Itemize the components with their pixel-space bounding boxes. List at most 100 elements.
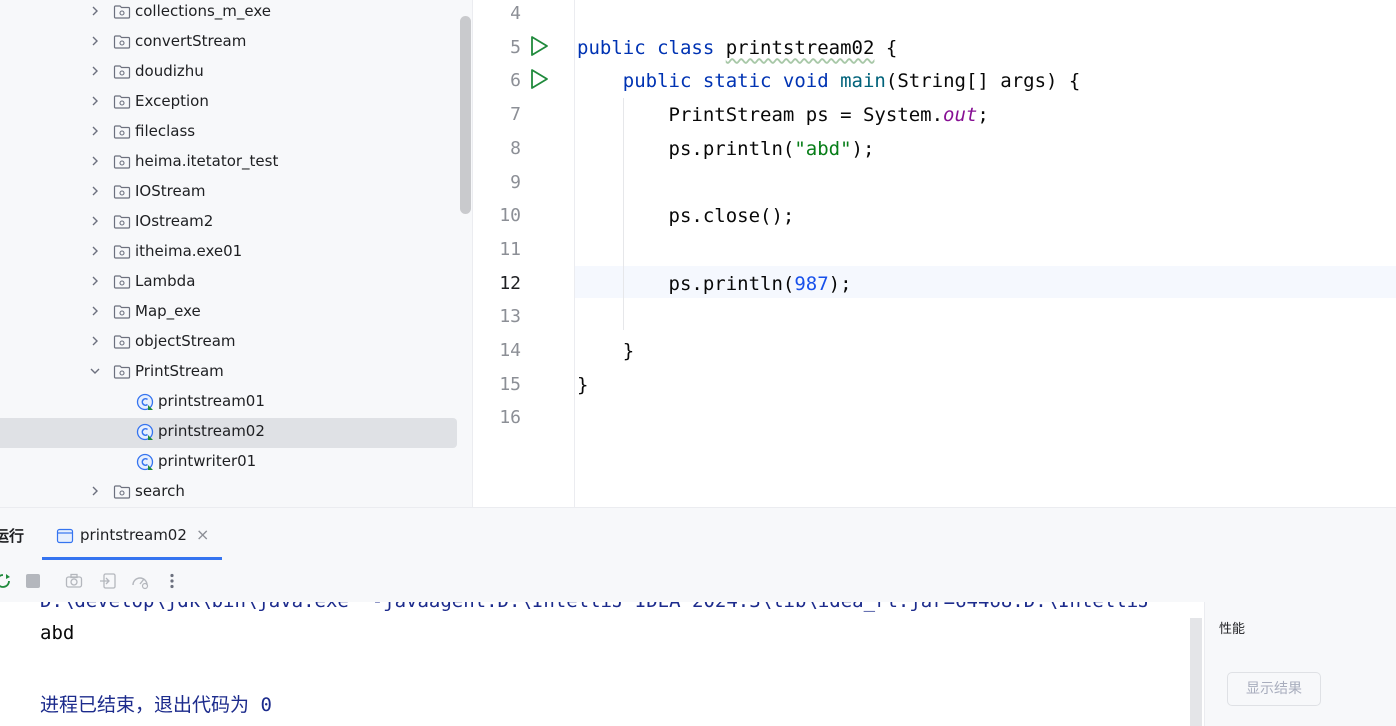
line-number: 6 (510, 70, 521, 92)
package-folder-icon (113, 485, 131, 499)
tree-item-package[interactable]: convertStream (0, 28, 457, 58)
code-token: ps.close(); (577, 205, 795, 228)
chevron-right-icon[interactable] (88, 4, 102, 18)
show-results-button[interactable]: 显示结果 (1227, 672, 1321, 706)
run-header: 运行 printstream02 × (0, 508, 1396, 560)
rerun-icon[interactable] (0, 572, 12, 590)
chevron-right-icon[interactable] (88, 94, 102, 108)
tree-item-label: objectStream (135, 332, 236, 350)
run-toolbar (0, 560, 1396, 602)
more-icon[interactable] (163, 572, 181, 590)
tree-item-package[interactable]: itheima.exe01 (0, 238, 457, 268)
tree-item-class[interactable]: printstream01 (0, 388, 457, 418)
chevron-down-icon[interactable] (88, 364, 102, 378)
tree-item-package[interactable]: heima.itetator_test (0, 148, 457, 178)
chevron-right-icon[interactable] (88, 274, 102, 288)
code-token: ps.println( (577, 137, 795, 160)
package-folder-icon (113, 365, 131, 379)
line-number: 14 (499, 340, 521, 361)
tree-item-package[interactable]: Map_exe (0, 298, 457, 328)
camera-icon[interactable] (65, 572, 83, 590)
code-line[interactable]: ps.println("abd"); (577, 132, 875, 166)
chevron-right-icon[interactable] (88, 124, 102, 138)
code-line[interactable]: ps.close(); (577, 199, 795, 233)
code-line[interactable]: } (577, 334, 634, 368)
console-scrollbar[interactable] (1190, 618, 1202, 726)
tree-item-package[interactable]: search (0, 478, 457, 507)
tree-item-class[interactable]: printwriter01 (0, 448, 457, 478)
package-folder-icon (113, 215, 131, 229)
run-tool-window: 运行 printstream02 × abd 进程已结束，退出代码为 0 性能 … (0, 507, 1396, 726)
tree-item-label: doudizhu (135, 62, 204, 80)
chevron-right-icon[interactable] (88, 334, 102, 348)
tree-item-package[interactable]: fileclass (0, 118, 457, 148)
package-folder-icon (113, 65, 131, 79)
code-token: } (577, 340, 635, 362)
run-gutter-icon[interactable] (529, 35, 549, 57)
chevron-right-icon[interactable] (88, 34, 102, 48)
restore-layout-icon[interactable] (99, 572, 117, 590)
run-gutter-icon[interactable] (529, 68, 549, 90)
console-output-line: abd (40, 622, 75, 644)
tree-item-package[interactable]: Exception (0, 88, 457, 118)
code-token: ps.println( (577, 272, 795, 295)
tree-item-label: printstream01 (158, 392, 265, 410)
tree-item-package[interactable]: objectStream (0, 328, 457, 358)
java-class-icon (136, 393, 154, 411)
line-number: 10 (499, 205, 521, 227)
stop-icon[interactable] (24, 572, 42, 590)
tree-item-label: PrintStream (135, 362, 224, 380)
close-icon[interactable]: × (196, 525, 209, 544)
code-token: { (874, 36, 898, 59)
gutter-separator (574, 0, 575, 507)
line-number: 13 (499, 306, 521, 328)
console-command-line: D:\develop\jdk\bin\java.exe "-javaagent:… (40, 602, 1150, 612)
tree-item-label: printstream02 (158, 422, 265, 440)
code-line[interactable]: PrintStream ps = System.out; (577, 98, 989, 132)
tree-item-package[interactable]: doudizhu (0, 58, 457, 88)
package-folder-icon (113, 275, 131, 289)
run-tab[interactable]: printstream02 × (42, 516, 222, 560)
tree-item-class[interactable]: printstream02 (0, 418, 457, 448)
package-folder-icon (113, 35, 131, 49)
package-folder-icon (113, 335, 131, 349)
code-editor[interactable]: 4 5 6 7 8 9 10 11 12 13 14 15 16 public class prints… (473, 0, 1396, 507)
code-line[interactable]: public class printstream02 { (577, 31, 897, 65)
tree-item-label: heima.itetator_test (135, 152, 279, 170)
tree-item-label: IOStream (135, 182, 206, 200)
code-line[interactable]: public static void main(String[] args) { (577, 64, 1081, 98)
chevron-right-icon[interactable] (88, 184, 102, 198)
code-token: public static void (622, 70, 841, 93)
tree-item-label: Map_exe (135, 302, 201, 320)
tree-item-package[interactable]: IOstream2 (0, 208, 457, 238)
run-config-icon (56, 528, 74, 544)
project-tree-scrollbar[interactable] (460, 16, 471, 214)
line-number: 15 (499, 373, 521, 395)
tree-item-label: convertStream (135, 32, 247, 50)
code-token: printstream02 (725, 36, 875, 59)
run-tab-label: printstream02 (80, 526, 187, 544)
code-token: "abd" (794, 137, 852, 160)
tree-item-label: IOstream2 (135, 212, 214, 230)
tree-item-package[interactable]: PrintStream (0, 358, 457, 388)
chevron-right-icon[interactable] (88, 214, 102, 228)
chevron-right-icon[interactable] (88, 154, 102, 168)
line-number: 12 (499, 272, 521, 294)
code-token: main (840, 70, 886, 93)
tree-item-package[interactable]: collections_m_exe (0, 0, 457, 28)
chevron-right-icon[interactable] (88, 244, 102, 258)
tree-item-package[interactable]: Lambda (0, 268, 457, 298)
code-token: } (577, 373, 589, 396)
run-window-title: 运行 (0, 527, 25, 545)
code-line[interactable]: } (577, 368, 588, 402)
code-token: out (943, 104, 978, 127)
tree-item-package[interactable]: IOStream (0, 178, 457, 208)
chevron-right-icon[interactable] (88, 484, 102, 498)
code-token: public class (577, 36, 726, 59)
package-folder-icon (113, 5, 131, 19)
chevron-right-icon[interactable] (88, 304, 102, 318)
chevron-right-icon[interactable] (88, 64, 102, 78)
profiler-icon[interactable] (131, 572, 149, 590)
console-output[interactable]: D:\develop\jdk\bin\java.exe "-javaagent:… (0, 602, 1190, 726)
code-line[interactable]: ps.println(987); (577, 267, 852, 301)
